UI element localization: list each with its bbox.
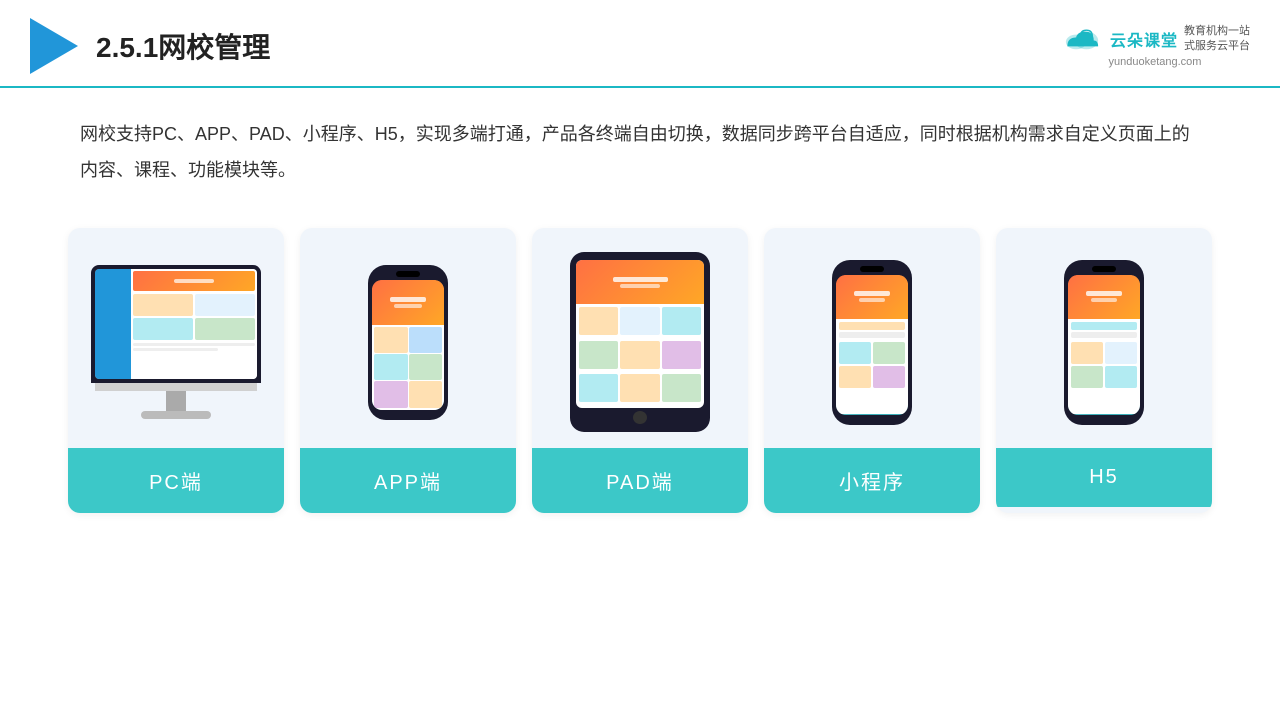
brand-url: yunduoketang.com xyxy=(1109,56,1202,68)
brand-name: 云朵课堂 xyxy=(1110,27,1178,51)
card-h5-image xyxy=(996,228,1212,448)
card-h5: H5 xyxy=(996,228,1212,513)
card-pc-image xyxy=(68,228,284,448)
card-pc-label: PC端 xyxy=(68,448,284,513)
phone-mockup-icon xyxy=(368,265,448,420)
cards-section: PC端 xyxy=(0,208,1280,533)
phone-mockup-h5-icon xyxy=(1064,260,1144,425)
card-miniprogram-image xyxy=(764,228,980,448)
card-h5-label: H5 xyxy=(996,448,1212,507)
card-pad-label: PAD端 xyxy=(532,448,748,513)
header-left: 2.5.1网校管理 xyxy=(30,18,270,74)
description-text: 网校支持PC、APP、PAD、小程序、H5，实现多端打通，产品各终端自由切换，数… xyxy=(0,88,1280,198)
brand-logo: 云朵课堂 教育机构一站式服务云平台 xyxy=(1060,24,1250,55)
phone-mockup-mini-icon xyxy=(832,260,912,425)
card-app-label: APP端 xyxy=(300,448,516,513)
page-title: 2.5.1网校管理 xyxy=(96,26,270,66)
card-pad: PAD端 xyxy=(532,228,748,513)
logo-triangle-icon xyxy=(30,18,78,74)
card-app-image xyxy=(300,228,516,448)
tablet-mockup-icon xyxy=(570,252,710,432)
header: 2.5.1网校管理 云朵课堂 教育机构一站式服务云平台 yunduoketang… xyxy=(0,0,1280,88)
brand-slogan: 教育机构一站式服务云平台 xyxy=(1184,24,1250,55)
card-miniprogram-label: 小程序 xyxy=(764,448,980,513)
card-pad-image xyxy=(532,228,748,448)
card-miniprogram: 小程序 xyxy=(764,228,980,513)
card-app: APP端 xyxy=(300,228,516,513)
header-right: 云朵课堂 教育机构一站式服务云平台 yunduoketang.com xyxy=(1060,24,1250,69)
card-pc: PC端 xyxy=(68,228,284,513)
pc-monitor-icon xyxy=(86,265,266,419)
cloud-icon xyxy=(1060,24,1104,54)
